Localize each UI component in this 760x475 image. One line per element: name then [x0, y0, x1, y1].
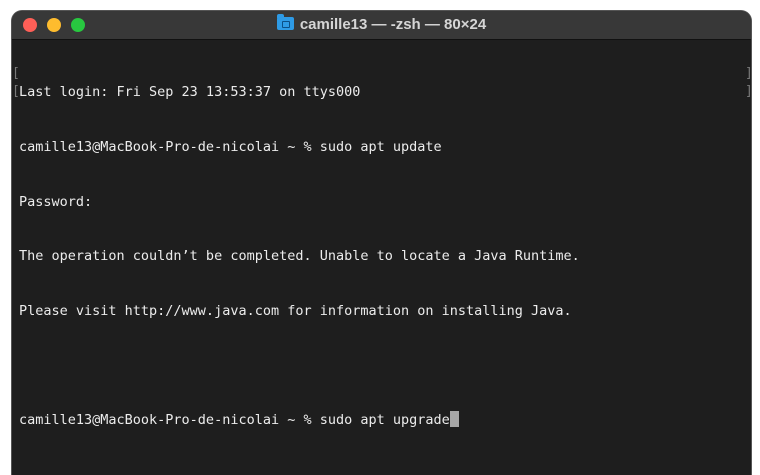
terminal-line-command-update: camille13@MacBook-Pro-de-nicolai ~ % sud…: [19, 139, 442, 155]
terminal-window: camille13 — -zsh — 80×24 [ [ ] ] Last lo…: [12, 11, 751, 475]
current-command: camille13@MacBook-Pro-de-nicolai ~ % sud…: [19, 411, 450, 428]
title-bar[interactable]: camille13 — -zsh — 80×24: [12, 11, 751, 40]
terminal-line-password: Password:: [19, 193, 93, 210]
terminal-line-current-prompt[interactable]: camille13@MacBook-Pro-de-nicolai ~ % sud…: [19, 410, 744, 429]
terminal-output[interactable]: Last login: Fri Sep 23 13:53:37 on ttys0…: [19, 47, 744, 466]
terminal-line-last-login: Last login: Fri Sep 23 13:53:37 on ttys0…: [19, 84, 361, 101]
window-title: camille13 — -zsh — 80×24: [299, 16, 487, 33]
window-title-container: camille13 — -zsh — 80×24: [12, 11, 751, 39]
folder-icon: [276, 14, 294, 30]
text-cursor: [449, 410, 459, 427]
terminal-line-error: The operation couldn’t be completed. Una…: [19, 248, 580, 265]
mark-right-1: ]: [745, 66, 751, 81]
terminal-line-java-info: Please visit http://www.java.com for inf…: [19, 302, 572, 319]
mark-right-2: ]: [745, 84, 751, 99]
